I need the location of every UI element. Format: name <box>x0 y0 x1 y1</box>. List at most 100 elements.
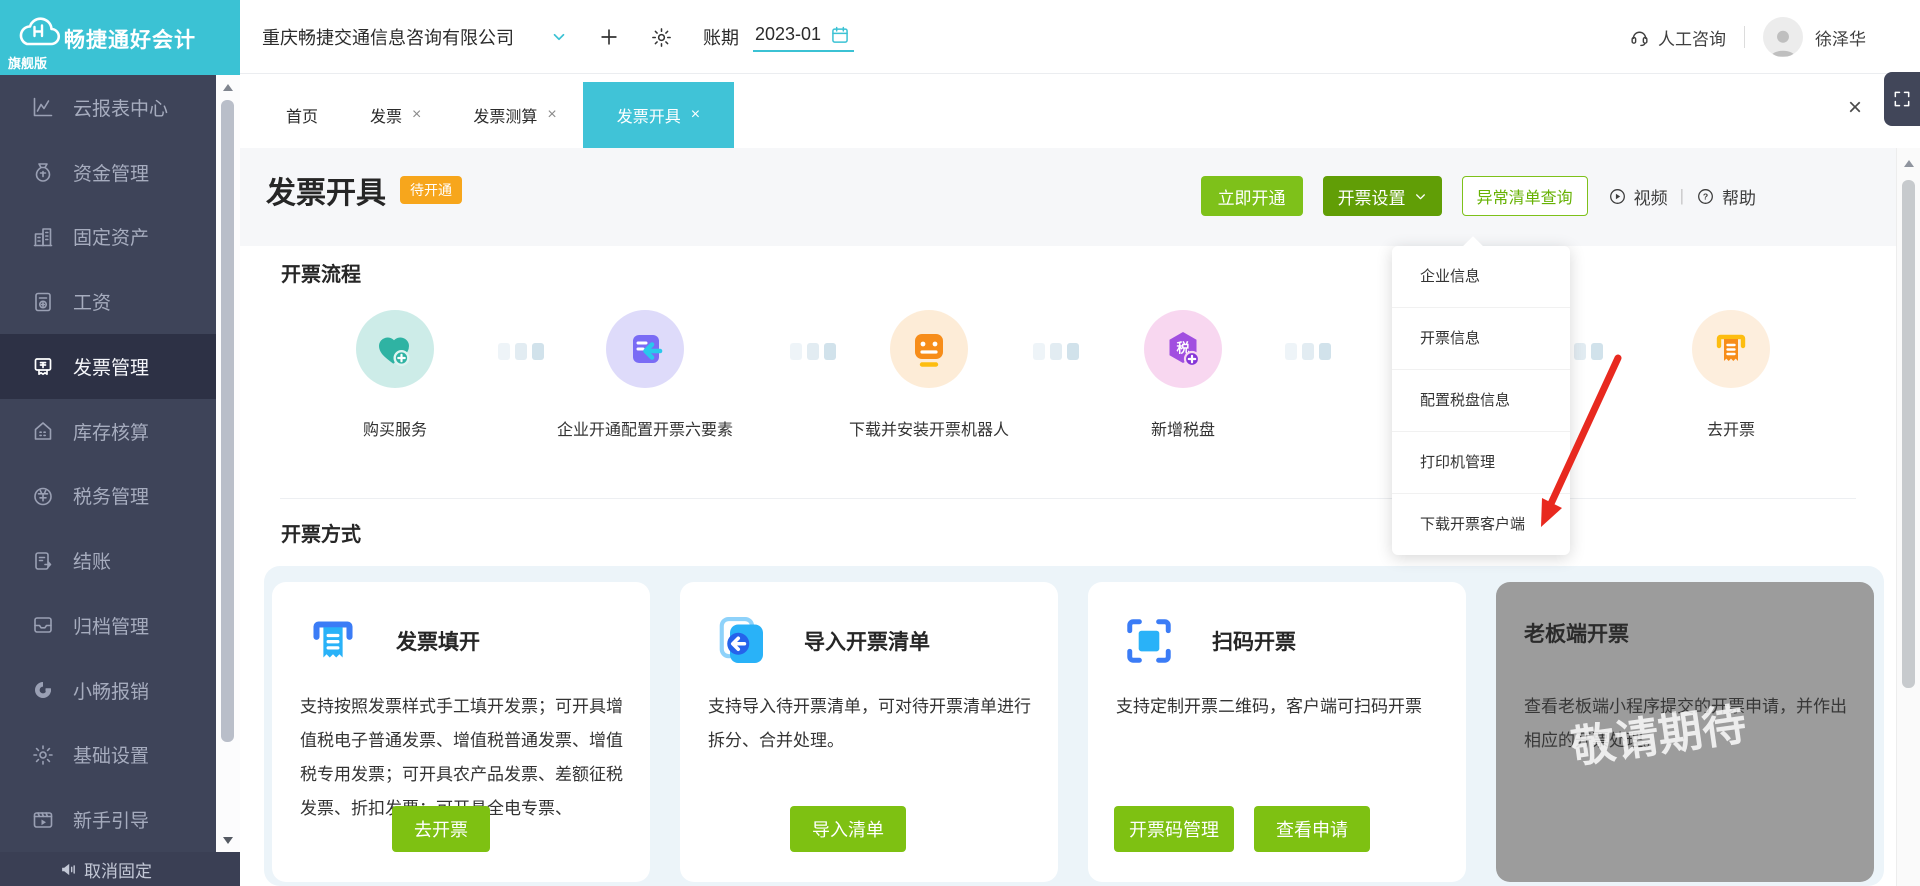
method-card-boss-invoice: 老板端开票 查看老板端小程序提交的开票申请，并作出相应的开票处理。 敬请期待 <box>1496 582 1874 882</box>
tax-disk-icon: 税 <box>1144 310 1222 388</box>
reimburse-logo-icon <box>31 678 55 702</box>
sidebar-item-tax-mgmt[interactable]: 税务管理 <box>0 464 216 529</box>
settings-dropdown-menu: 企业信息 开票信息 配置税盘信息 打印机管理 下载开票客户端 <box>1392 236 1570 555</box>
sidebar-item-inventory[interactable]: 库存核算 <box>0 399 216 464</box>
calculator-icon <box>31 290 55 314</box>
period-label: 账期 <box>703 28 739 48</box>
fullscreen-button[interactable] <box>1884 72 1920 126</box>
topbar: 重庆畅捷交通信息咨询有限公司 账期 2023-01 人工咨询 徐泽华 <box>240 0 1920 74</box>
invoice-settings-button[interactable]: 开票设置 <box>1322 176 1442 216</box>
sidebar-menu: 云报表中心 资金管理 固定资产 工资 发票管理 库存核算 税务管理 结账 归档管… <box>0 75 216 852</box>
tab-close-icon[interactable]: × <box>412 106 421 124</box>
heart-plus-icon <box>356 310 434 388</box>
robot-icon <box>890 310 968 388</box>
ledger-arrow-icon <box>31 549 55 573</box>
tabbar: 首页 发票 × 发票测算 × 发票开具 × <box>240 74 1920 148</box>
tab-invoice-issue[interactable]: 发票开具 × <box>582 82 735 148</box>
sidebar-item-beginner-guide[interactable]: 新手引导 <box>0 787 216 852</box>
brand-edition: 旗舰版 <box>8 56 48 71</box>
sidebar-item-basic-settings[interactable]: 基础设置 <box>0 723 216 788</box>
avatar[interactable] <box>1763 17 1803 57</box>
sidebar-scrollbar[interactable] <box>216 75 240 852</box>
calendar-icon[interactable] <box>830 25 850 45</box>
card-title: 导入开票清单 <box>804 631 930 654</box>
flow-section-title: 开票流程 <box>281 264 361 286</box>
invoice-code-manage-button[interactable]: 开票码管理 <box>1114 806 1234 852</box>
menu-item-printer-mgmt[interactable]: 打印机管理 <box>1392 432 1570 494</box>
card-description: 支持定制开票二维码，客户端可扫码开票 <box>1116 697 1422 716</box>
sidebar-item-fixed-assets[interactable]: 固定资产 <box>0 205 216 270</box>
tab-invoice[interactable]: 发票 × <box>344 82 447 148</box>
divider <box>1744 26 1745 48</box>
add-account-icon[interactable] <box>598 26 620 48</box>
period-picker[interactable]: 2023-01 <box>753 22 855 52</box>
qr-scan-icon <box>1116 608 1182 674</box>
divider: | <box>1679 186 1684 205</box>
topbar-right: 人工咨询 徐泽华 <box>1629 0 1866 74</box>
chevron-down-icon <box>1414 190 1427 203</box>
video-guide-icon <box>31 808 55 832</box>
report-chart-icon <box>31 95 55 119</box>
status-badge: 待开通 <box>400 176 462 204</box>
archive-tray-icon <box>31 613 55 637</box>
menu-item-company-info[interactable]: 企业信息 <box>1392 246 1570 308</box>
method-card-fill-invoice: 发票填开 支持按照发票样式手工填开发票；可开具增值税电子普通发票、增值税普通发票… <box>272 582 650 882</box>
help-circle-icon: ? <box>1696 187 1715 206</box>
scroll-up-icon[interactable] <box>223 84 233 91</box>
page-actions: 立即开通 开票设置 异常清单查询 视频 | ? 帮助 <box>1200 176 1756 216</box>
period-value[interactable]: 2023-01 <box>755 24 821 45</box>
menu-item-invoice-info[interactable]: 开票信息 <box>1392 308 1570 370</box>
import-list-button[interactable]: 导入清单 <box>790 806 906 852</box>
sidebar-item-salary[interactable]: 工资 <box>0 269 216 334</box>
help-link[interactable]: 帮助 <box>1722 184 1756 209</box>
sidebar-item-invoice-mgmt[interactable]: 发票管理 <box>0 334 216 399</box>
sidebar-item-archive[interactable]: 归档管理 <box>0 593 216 658</box>
account-settings-gear-icon[interactable] <box>650 26 673 49</box>
sidebar-item-closing[interactable]: 结账 <box>0 528 216 593</box>
tab-invoice-calc[interactable]: 发票测算 × <box>447 82 582 148</box>
flow-step-add-tax-disk: 税 新增税盘 <box>1073 310 1293 440</box>
unpin-icon <box>60 861 77 878</box>
invoice-printer-icon <box>1692 310 1770 388</box>
method-card-import-list: 导入开票清单 支持导入待开票清单，可对待开票清单进行拆分、合并处理。 导入清单 <box>680 582 1058 882</box>
go-invoice-button[interactable]: 去开票 <box>392 806 490 852</box>
tab-home[interactable]: 首页 <box>260 82 344 148</box>
username[interactable]: 徐泽华 <box>1815 25 1866 50</box>
sidebar-item-funds[interactable]: 资金管理 <box>0 140 216 205</box>
menu-item-tax-disk-config[interactable]: 配置税盘信息 <box>1392 370 1570 432</box>
unpin-label: 取消固定 <box>84 861 152 881</box>
scroll-down-icon[interactable] <box>223 837 233 844</box>
page-header: 发票开具 待开通 立即开通 开票设置 异常清单查询 视频 | ? 帮助 <box>240 148 1896 246</box>
view-requests-button[interactable]: 查看申请 <box>1254 806 1370 852</box>
activate-now-button[interactable]: 立即开通 <box>1200 176 1303 216</box>
card-title: 发票填开 <box>396 631 480 654</box>
menu-item-download-client[interactable]: 下载开票客户端 <box>1392 494 1570 555</box>
tab-close-icon[interactable]: × <box>691 106 700 124</box>
building-icon <box>31 225 55 249</box>
brand-logo[interactable]: 畅捷通好会计 旗舰版 <box>0 0 240 75</box>
flow-step-download-robot: 下载并安装开票机器人 <box>819 310 1039 440</box>
main-scroll-thumb[interactable] <box>1902 180 1915 688</box>
video-link[interactable]: 视频 | ? 帮助 <box>1608 184 1756 209</box>
chevron-down-icon[interactable] <box>550 28 568 46</box>
main-scrollbar[interactable] <box>1896 148 1920 886</box>
abnormal-list-button[interactable]: 异常清单查询 <box>1461 176 1588 216</box>
sidebar-item-report-center[interactable]: 云报表中心 <box>0 75 216 140</box>
support-link[interactable]: 人工咨询 <box>1658 25 1726 50</box>
sidebar-scroll-thumb[interactable] <box>221 100 234 742</box>
flow-step-go-invoice: 去开票 <box>1621 310 1841 440</box>
company-name[interactable]: 重庆畅捷交通信息咨询有限公司 <box>262 24 514 50</box>
sidebar-item-reimburse[interactable]: 小畅报销 <box>0 658 216 723</box>
methods-section-title: 开票方式 <box>281 524 361 546</box>
method-card-scan-code: 扫码开票 支持定制开票二维码，客户端可扫码开票 开票码管理 查看申请 <box>1088 582 1466 882</box>
svg-text:?: ? <box>1703 191 1708 201</box>
main-content: 开票流程 购买服务 企业开通配置开票六要素 下载并安装开票机器人 税 新增税盘 … <box>240 246 1896 886</box>
card-title: 扫码开票 <box>1212 631 1296 654</box>
tab-close-icon[interactable]: × <box>547 106 556 124</box>
close-all-tabs-icon[interactable]: × <box>1848 96 1862 120</box>
scroll-up-icon[interactable] <box>1904 160 1914 167</box>
play-circle-icon <box>1608 187 1627 206</box>
unpin-sidebar-button[interactable]: 取消固定 <box>0 852 240 886</box>
tax-seal-icon <box>31 484 55 508</box>
invoice-ticket-icon <box>31 354 55 378</box>
